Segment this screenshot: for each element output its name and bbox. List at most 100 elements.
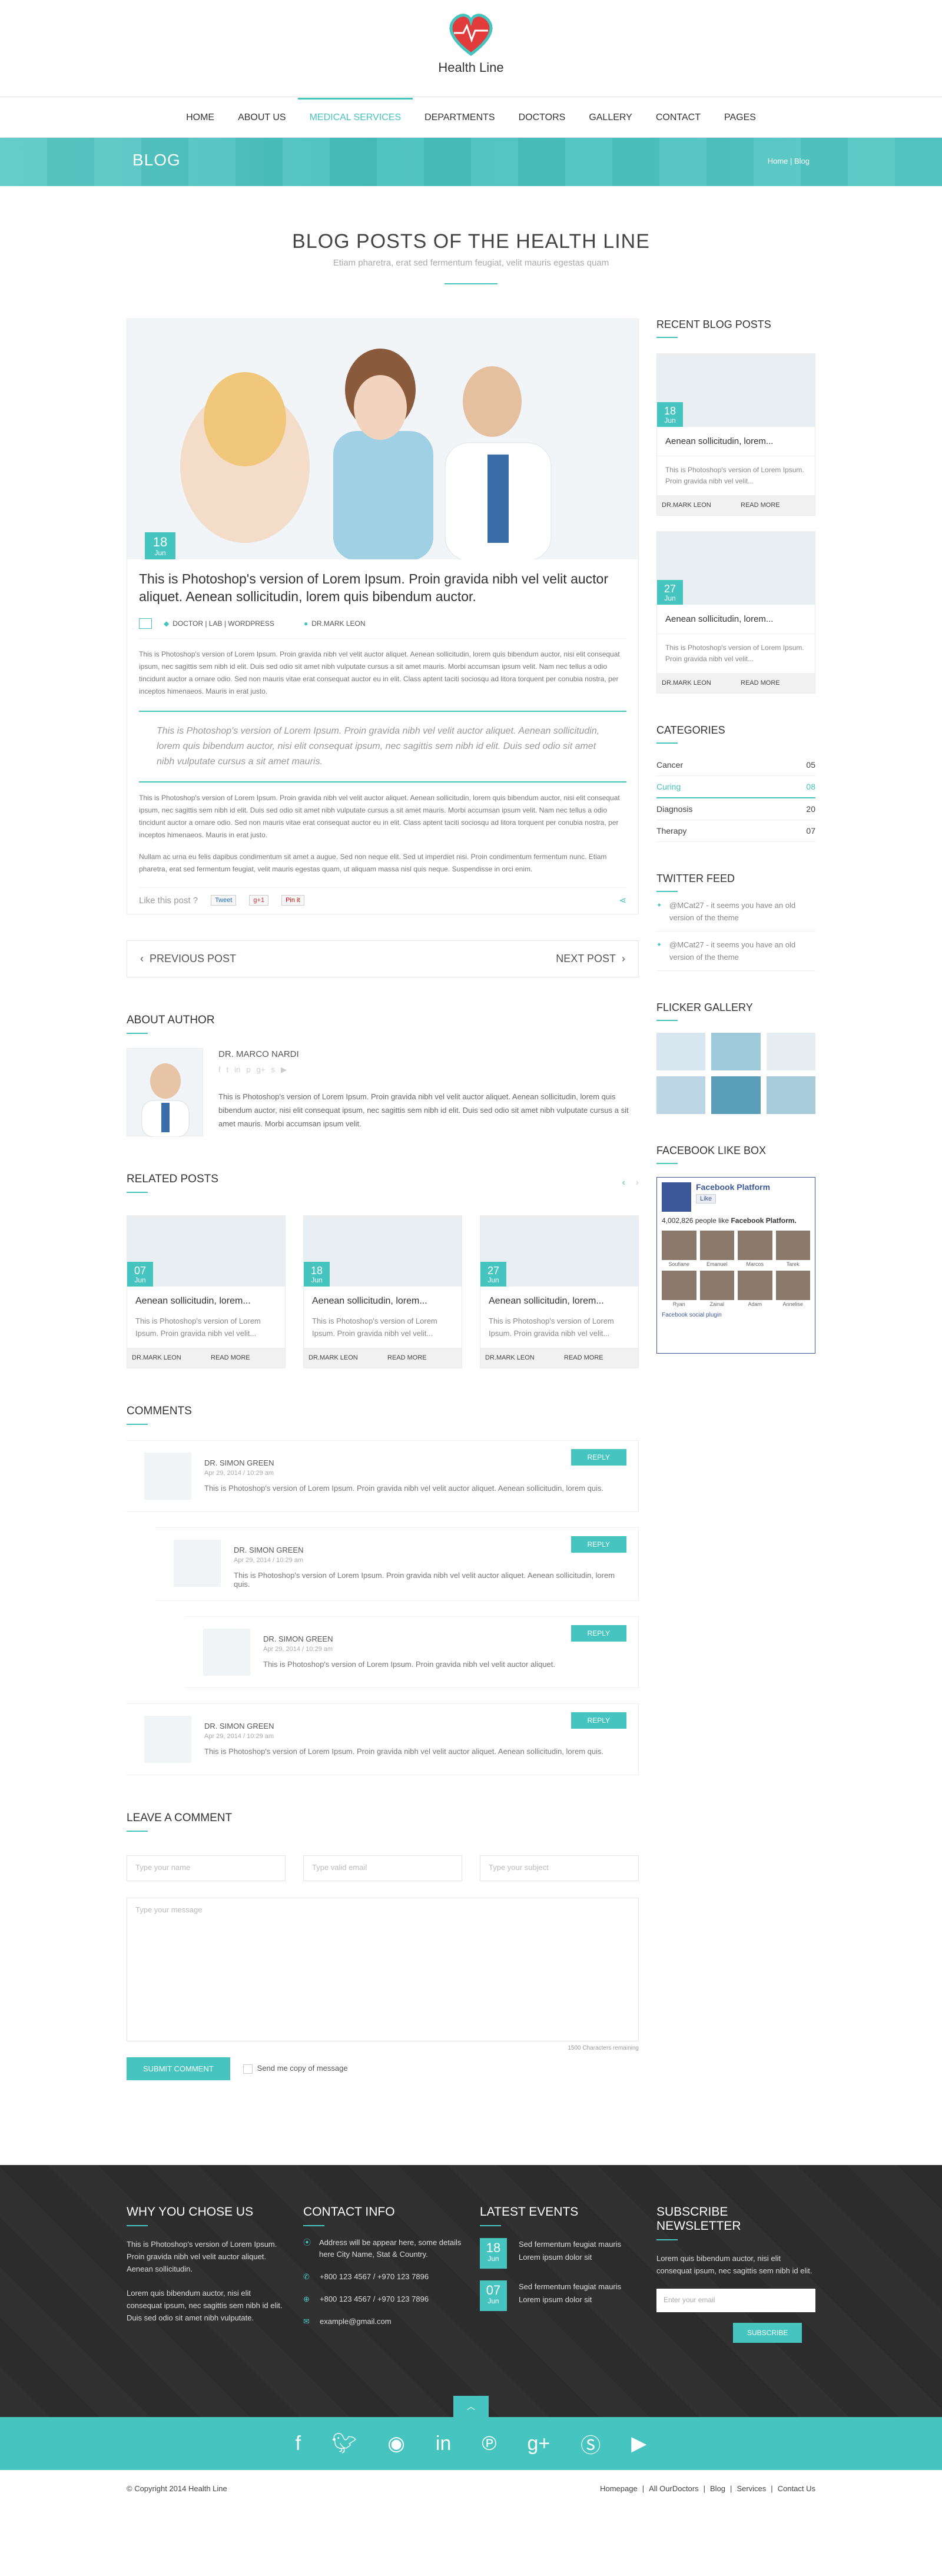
twitter-icon[interactable]: 🐦︎ xyxy=(331,2432,357,2455)
fb-face[interactable]: Emanuel xyxy=(699,1231,734,1267)
related-post-card[interactable]: 07 Jun Aenean sollicitudin, lorem... This i… xyxy=(127,1215,286,1368)
pinterest-icon[interactable]: ℗ xyxy=(482,2432,496,2455)
fb-like-button[interactable]: Like xyxy=(696,1194,717,1204)
message-textarea[interactable]: Type your message xyxy=(127,1898,639,2041)
recent-post-card[interactable]: 27 Jun Aenean sollicitudin, lorem... This i… xyxy=(656,531,815,694)
previous-post-link[interactable]: ‹ PREVIOUS POST xyxy=(140,953,236,965)
nav-item[interactable]: ABOUT US xyxy=(226,98,298,138)
next-post-link[interactable]: NEXT POST › xyxy=(556,953,625,965)
post-author[interactable]: DR.MARK LEON xyxy=(480,1348,559,1368)
fb-face[interactable]: Tarek xyxy=(775,1231,810,1267)
nav-item[interactable]: PAGES xyxy=(712,98,768,138)
related-post-image[interactable]: 18 Jun xyxy=(304,1216,462,1287)
related-post-card[interactable]: 27 Jun Aenean sollicitudin, lorem... This i… xyxy=(480,1215,639,1368)
category-item[interactable]: Diagnosis 20 xyxy=(656,798,815,820)
footer-link[interactable]: Homepage xyxy=(600,2484,638,2493)
post-author[interactable]: DR.MARK LEON xyxy=(304,1348,383,1368)
fb-face[interactable]: Zainal xyxy=(699,1271,734,1307)
nav-item[interactable]: GALLERY xyxy=(577,98,644,138)
twitter-icon[interactable]: t xyxy=(227,1065,229,1075)
share-icon[interactable]: ⋖ xyxy=(619,895,626,906)
recent-post-title[interactable]: Aenean sollicitudin, lorem... xyxy=(657,605,815,624)
post-image[interactable]: 18 Jun xyxy=(127,319,638,559)
related-post-title[interactable]: Aenean sollicitudin, lorem... xyxy=(480,1287,638,1307)
recent-post-image[interactable]: 18 Jun xyxy=(657,354,815,427)
rss-icon[interactable]: ◉ xyxy=(387,2432,405,2455)
gallery-thumb[interactable] xyxy=(766,1033,815,1070)
skype-icon[interactable]: Ⓢ xyxy=(581,2429,601,2458)
fb-face[interactable]: Soufiane xyxy=(662,1231,696,1267)
reply-button[interactable]: REPLY xyxy=(570,1625,626,1642)
footer-link[interactable]: Blog xyxy=(710,2484,725,2493)
email-input[interactable]: Type valid email xyxy=(303,1855,462,1881)
fb-face[interactable]: Ryan xyxy=(662,1271,696,1307)
category-item[interactable]: Curing 08 xyxy=(656,776,815,798)
post-categories[interactable]: DOCTOR | LAB | WORDPRESS xyxy=(173,619,274,628)
nav-item[interactable]: HOME xyxy=(174,98,226,138)
linkedin-icon[interactable]: in xyxy=(234,1065,240,1075)
post-author[interactable]: DR.MARK LEON xyxy=(657,673,736,693)
gallery-thumb[interactable] xyxy=(656,1033,706,1070)
gallery-thumb[interactable] xyxy=(766,1076,815,1114)
read-more-link[interactable]: READ MORE xyxy=(206,1348,285,1368)
footer-link[interactable]: Contact Us xyxy=(778,2484,815,2493)
read-more-link[interactable]: READ MORE xyxy=(736,673,815,693)
post-author[interactable]: DR.MARK LEON xyxy=(311,619,365,628)
nav-item[interactable]: DEPARTMENTS xyxy=(413,98,506,138)
fb-page-name[interactable]: Facebook Platform xyxy=(696,1182,770,1192)
google-plus-icon[interactable]: g+ xyxy=(257,1065,266,1075)
facebook-icon[interactable]: f xyxy=(296,2432,301,2455)
event-item[interactable]: 07 Jun Sed fermentum feugiat mauris Lorem i… xyxy=(480,2280,639,2311)
gplus-button[interactable]: g+1 xyxy=(249,895,269,906)
post-author[interactable]: DR.MARK LEON xyxy=(127,1348,206,1368)
logo[interactable]: Health Line xyxy=(0,11,942,75)
fb-face[interactable]: Adam xyxy=(738,1271,772,1307)
read-more-link[interactable]: READ MORE xyxy=(559,1348,638,1368)
related-post-title[interactable]: Aenean sollicitudin, lorem... xyxy=(127,1287,285,1307)
post-title[interactable]: This is Photoshop's version of Lorem Ips… xyxy=(139,570,626,605)
reply-button[interactable]: REPLY xyxy=(570,1449,626,1466)
chevron-right-icon[interactable]: › xyxy=(636,1178,639,1188)
tweet-button[interactable]: Tweet xyxy=(211,895,237,906)
nav-item[interactable]: MEDICAL SERVICES xyxy=(297,98,413,138)
google-plus-icon[interactable]: g+ xyxy=(527,2432,550,2455)
category-item[interactable]: Therapy 07 xyxy=(656,820,815,842)
pinterest-icon[interactable]: p xyxy=(246,1065,250,1075)
subscribe-button[interactable]: SUBSCRIBE xyxy=(733,2323,802,2343)
subject-input[interactable]: Type your subject xyxy=(480,1855,639,1881)
footer-link[interactable]: All OurDoctors xyxy=(649,2484,699,2493)
event-title[interactable]: Sed fermentum feugiat mauris xyxy=(519,2238,621,2251)
event-title[interactable]: Sed fermentum feugiat mauris xyxy=(519,2280,621,2293)
scroll-top-button[interactable]: ︿ xyxy=(453,2396,489,2417)
copy-checkbox[interactable]: Send me copy of message xyxy=(243,2064,348,2074)
related-post-image[interactable]: 07 Jun xyxy=(127,1216,285,1287)
linkedin-icon[interactable]: in xyxy=(436,2432,451,2455)
facebook-icon[interactable]: f xyxy=(218,1065,221,1075)
read-more-link[interactable]: READ MORE xyxy=(383,1348,462,1368)
reply-button[interactable]: REPLY xyxy=(570,1536,626,1553)
related-post-title[interactable]: Aenean sollicitudin, lorem... xyxy=(304,1287,462,1307)
youtube-icon[interactable]: ▶ xyxy=(631,2432,646,2455)
youtube-icon[interactable]: ▶ xyxy=(281,1065,287,1075)
nav-item[interactable]: DOCTORS xyxy=(507,98,578,138)
nav-item[interactable]: CONTACT xyxy=(644,98,712,138)
recent-post-image[interactable]: 27 Jun xyxy=(657,532,815,605)
gallery-thumb[interactable] xyxy=(711,1033,761,1070)
gallery-thumb[interactable] xyxy=(656,1076,706,1114)
footer-link[interactable]: Services xyxy=(737,2484,766,2493)
name-input[interactable]: Type your name xyxy=(127,1855,286,1881)
gallery-thumb[interactable] xyxy=(711,1076,761,1114)
fb-face[interactable]: Marcos xyxy=(738,1231,772,1267)
email[interactable]: example@gmail.com xyxy=(320,2316,392,2328)
related-post-image[interactable]: 27 Jun xyxy=(480,1216,638,1287)
subscribe-email-input[interactable]: Enter your email xyxy=(656,2289,815,2312)
pinit-button[interactable]: Pin it xyxy=(281,895,304,906)
skype-icon[interactable]: s xyxy=(271,1065,275,1075)
submit-comment-button[interactable]: SUBMIT COMMENT xyxy=(127,2057,230,2080)
related-post-card[interactable]: 18 Jun Aenean sollicitudin, lorem... This i… xyxy=(303,1215,462,1368)
recent-post-card[interactable]: 18 Jun Aenean sollicitudin, lorem... This i… xyxy=(656,353,815,516)
read-more-link[interactable]: READ MORE xyxy=(736,495,815,515)
chevron-left-icon[interactable]: ‹ xyxy=(622,1178,625,1188)
category-item[interactable]: Cancer 05 xyxy=(656,754,815,776)
reply-button[interactable]: REPLY xyxy=(570,1712,626,1729)
